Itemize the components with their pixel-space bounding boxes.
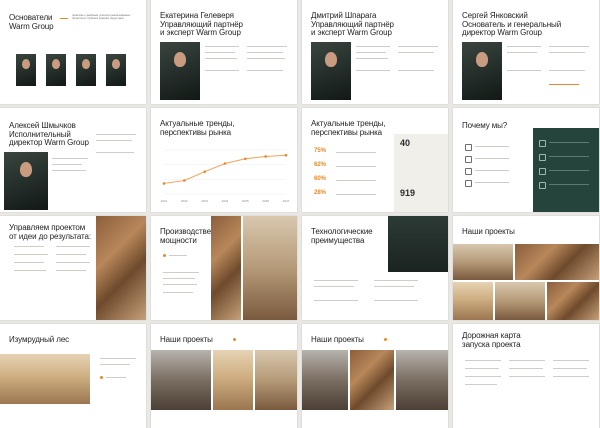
data-point (183, 179, 186, 182)
project-photo (213, 350, 253, 410)
data-point (203, 170, 206, 174)
portrait-photo (106, 54, 126, 86)
slide-trends-stats[interactable]: Актуальные тренды, перспективы рынка 75% … (302, 108, 448, 212)
project-photo (211, 216, 241, 320)
data-point (284, 153, 288, 157)
portrait-photo (160, 42, 200, 100)
portrait-photo (4, 152, 48, 210)
portrait-photo (76, 54, 96, 86)
feature-icon (465, 168, 472, 175)
slide-title: Наши проекты (462, 227, 515, 236)
stat-value: 60% (314, 176, 327, 182)
feature-icon (465, 156, 472, 163)
slide-management[interactable]: Управляем проектом от идеи до результата: (0, 216, 146, 320)
slide-title: Дмитрий Шпарага Управляющий партнёр и эксп… (311, 11, 394, 37)
stat-value: 62% (314, 162, 327, 168)
feature-icon (539, 154, 546, 161)
feature-icon (539, 168, 546, 175)
slide-title: Технологические преимущества (311, 227, 373, 245)
portrait-photo (462, 42, 502, 100)
x-tick-label: 2025 (242, 199, 249, 203)
slide-title: Дорожная карта запуска проекта (462, 331, 521, 349)
portrait-photo (46, 54, 66, 86)
slide-technology[interactable]: Технологические преимущества (302, 216, 448, 320)
x-tick-label: 2026 (262, 199, 269, 203)
project-photo (515, 244, 599, 280)
accent-line (60, 18, 68, 20)
slide-title: Основатели Warm Group (9, 13, 54, 31)
slide-trends-chart[interactable]: Актуальные тренды, перспективы рынка 2021… (151, 108, 297, 212)
slide-production[interactable]: Производственные мощности (151, 216, 297, 320)
slide-title: Алексей Шмычков Исполнительный директор Wa… (9, 121, 89, 147)
slide-person[interactable]: Дмитрий Шпарага Управляющий партнёр и эксп… (302, 0, 448, 104)
feature-icon (465, 144, 472, 151)
project-photo (151, 350, 211, 410)
tagline: практике с двойным успехом реализованных… (72, 13, 131, 21)
slide-title: Актуальные тренды, перспективы рынка (160, 119, 235, 137)
data-point (162, 182, 166, 185)
project-photo (547, 282, 599, 320)
project-photo (255, 350, 297, 410)
slide-title: Екатерина Гелеверя Управляющий партнёр и э… (160, 11, 243, 37)
slide-roadmap[interactable]: Дорожная карта запуска проекта (453, 324, 599, 428)
slide-title: Сергей Янковский Основатель и генеральный… (462, 11, 562, 37)
slide-projects[interactable]: Наши проекты (302, 324, 448, 428)
big-number: 40 (400, 138, 411, 148)
slide-founders[interactable]: Основатели Warm Group практике с двойным … (0, 0, 146, 104)
slide-title: Наши проекты (160, 335, 213, 344)
x-tick-label: 2024 (222, 199, 229, 203)
slide-emerald-forest[interactable]: Изумрудный лес (0, 324, 146, 428)
slide-person[interactable]: Екатерина Гелеверя Управляющий партнёр и э… (151, 0, 297, 104)
trend-line-chart: 2021 2022 2023 2024 2025 2026 2027 (161, 149, 290, 203)
slide-title: Управляем проектом от идеи до результата: (9, 223, 92, 241)
project-photo (495, 282, 545, 320)
data-point (264, 155, 267, 158)
slide-title: Изумрудный лес (9, 335, 70, 344)
project-photo (396, 350, 448, 410)
feature-icon (465, 180, 472, 187)
slide-person[interactable]: Алексей Шмычков Исполнительный директор Wa… (0, 108, 146, 212)
slide-person[interactable]: Сергей Янковский Основатель и генеральный… (453, 0, 599, 104)
data-point (223, 162, 227, 165)
data-point (244, 157, 247, 161)
x-tick-label: 2022 (181, 199, 188, 203)
portrait-photo (311, 42, 351, 100)
portrait-photo (16, 54, 36, 86)
stat-value: 28% (314, 190, 327, 196)
slide-title: Почему мы? (462, 121, 508, 130)
slide-projects[interactable]: Наши проекты (453, 216, 599, 320)
slide-title: Актуальные тренды, перспективы рынка (311, 119, 386, 137)
project-photo (0, 354, 90, 404)
project-photo (350, 350, 394, 410)
project-photo (388, 216, 448, 272)
slide-projects[interactable]: Наши проекты (151, 324, 297, 428)
slide-title: Наши проекты (311, 335, 364, 344)
slide-grid: Основатели Warm Group практике с двойным … (0, 0, 600, 428)
project-photo (302, 350, 348, 410)
stat-value: 75% (314, 148, 327, 154)
project-photo (453, 244, 513, 280)
project-photo (453, 282, 493, 320)
project-photo (96, 216, 146, 320)
x-tick-label: 2021 (161, 199, 168, 203)
feature-icon (539, 140, 546, 147)
x-tick-label: 2023 (201, 199, 208, 203)
big-number: 919 (400, 188, 416, 198)
project-photo (243, 216, 297, 320)
x-tick-label: 2027 (283, 199, 290, 203)
slide-why-us[interactable]: Почему мы? (453, 108, 599, 212)
feature-icon (539, 182, 546, 189)
